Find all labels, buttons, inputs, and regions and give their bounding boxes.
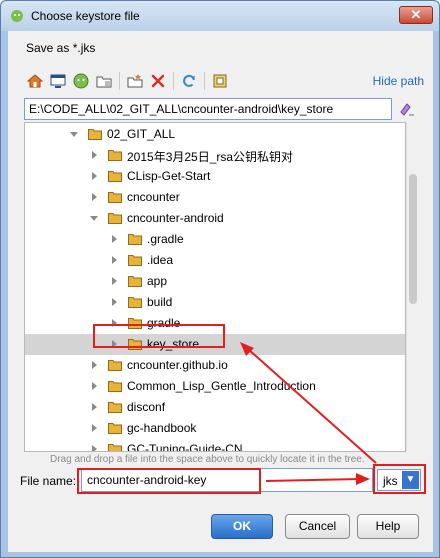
folder-icon [108,192,122,203]
folder-icon [88,129,102,140]
tree-node-label: Common_Lisp_Gentle_Introduction [127,379,316,393]
tree-row[interactable]: .idea [25,250,405,271]
tree-row[interactable]: build [25,292,405,313]
tree-row[interactable]: GC-Tuning-Guide-CN [25,439,405,452]
expand-right-icon[interactable] [89,402,99,412]
folder-icon [108,171,122,182]
folder-icon [108,402,122,413]
annotation-box-extension [373,464,426,494]
folder-tree[interactable]: 02_GIT_ALL 2015年3月25日_rsa公钥私钥对 CLisp-Get-S… [24,122,406,452]
expand-down-icon[interactable] [89,213,99,223]
expand-right-icon[interactable] [89,360,99,370]
tree-row[interactable]: gc-handbook [25,418,405,439]
folder-icon [108,213,122,224]
tree-row[interactable]: cncounter.github.io [25,355,405,376]
folder-icon [108,444,122,451]
folder-icon[interactable] [95,72,113,90]
tree-row[interactable]: CLisp-Get-Start [25,166,405,187]
folder-icon [128,234,142,245]
save-as-label: Save as *.jks [26,41,96,55]
file-name-label: File name: [20,474,77,488]
help-button[interactable]: Help [357,514,419,539]
tree-node-label: 02_GIT_ALL [107,127,176,141]
desktop-icon[interactable] [49,72,67,90]
toolbar: Hide path [16,69,426,93]
ok-button[interactable]: OK [211,514,273,539]
tree-node-label: 2015年3月25日_rsa公钥私钥对 [127,150,294,164]
folder-icon [108,150,122,161]
close-button[interactable]: ✕ [399,6,433,24]
expand-down-icon[interactable] [69,129,79,139]
tree-row[interactable]: cncounter [25,187,405,208]
tree-row[interactable]: app [25,271,405,292]
home-icon[interactable] [26,72,44,90]
annotation-box-key-store [93,324,225,348]
new-folder-icon[interactable] [126,72,144,90]
tree-node-label: disconf [127,400,166,414]
tree-row[interactable]: 02_GIT_ALL [25,124,405,145]
expand-right-icon[interactable] [109,234,119,244]
tree-node-label: cncounter [127,190,180,204]
tree-node-label: CLisp-Get-Start [127,169,211,183]
expand-right-icon[interactable] [89,192,99,202]
tree-node-label: GC-Tuning-Guide-CN [127,442,243,452]
annotation-box-file-name [77,468,261,494]
android-module-icon[interactable] [72,72,90,90]
expand-right-icon[interactable] [89,171,99,181]
path-history-icon[interactable] [398,100,416,118]
expand-right-icon[interactable] [109,276,119,286]
folder-icon [108,381,122,392]
android-studio-icon [11,10,23,22]
tree-row[interactable]: .gradle [25,229,405,250]
tree-node-label: cncounter.github.io [127,358,228,372]
expand-right-icon[interactable] [89,444,99,452]
tree-node-label: app [147,274,168,288]
drag-drop-hint: Drag and drop a file into the space abov… [50,454,365,465]
folder-icon [108,360,122,371]
cancel-button[interactable]: Cancel [285,514,350,539]
expand-right-icon[interactable] [89,150,99,160]
path-row [24,98,416,120]
dialog-window: Choose keystore file ✕ Save as *.jks Hid… [0,0,440,558]
folder-icon [128,276,142,287]
tree-row[interactable]: disconf [25,397,405,418]
expand-right-icon[interactable] [89,381,99,391]
expand-right-icon[interactable] [109,297,119,307]
tree-row[interactable]: cncounter-android [25,208,405,229]
tree-node-label: .idea [147,253,174,267]
show-hidden-icon[interactable] [211,72,229,90]
path-input[interactable] [24,98,392,120]
tree-node-label: cncounter-android [127,211,224,225]
hide-path-link[interactable]: Hide path [373,74,424,88]
tree-scrollbar[interactable] [406,122,417,452]
title-bar[interactable]: Choose keystore file ✕ [1,1,439,31]
expand-right-icon[interactable] [109,255,119,265]
expand-right-icon[interactable] [89,423,99,433]
toolbar-separator [173,72,174,90]
folder-icon [108,423,122,434]
tree-node-label: .gradle [147,232,184,246]
refresh-icon[interactable] [180,72,198,90]
tree-row[interactable]: Common_Lisp_Gentle_Introduction [25,376,405,397]
folder-icon [128,255,142,266]
dialog-body: Save as *.jks Hide path E:\CODE_ALL\02_G… [8,31,433,552]
window-title: Choose keystore file [31,9,140,23]
tree-node-label: gc-handbook [127,421,197,435]
folder-icon [128,297,142,308]
toolbar-separator [119,72,120,90]
tree-row[interactable]: 2015年3月25日_rsa公钥私钥对 [25,145,405,166]
tree-node-label: build [147,295,173,309]
toolbar-separator [204,72,205,90]
delete-icon[interactable] [149,72,167,90]
scrollbar-thumb[interactable] [409,174,417,304]
